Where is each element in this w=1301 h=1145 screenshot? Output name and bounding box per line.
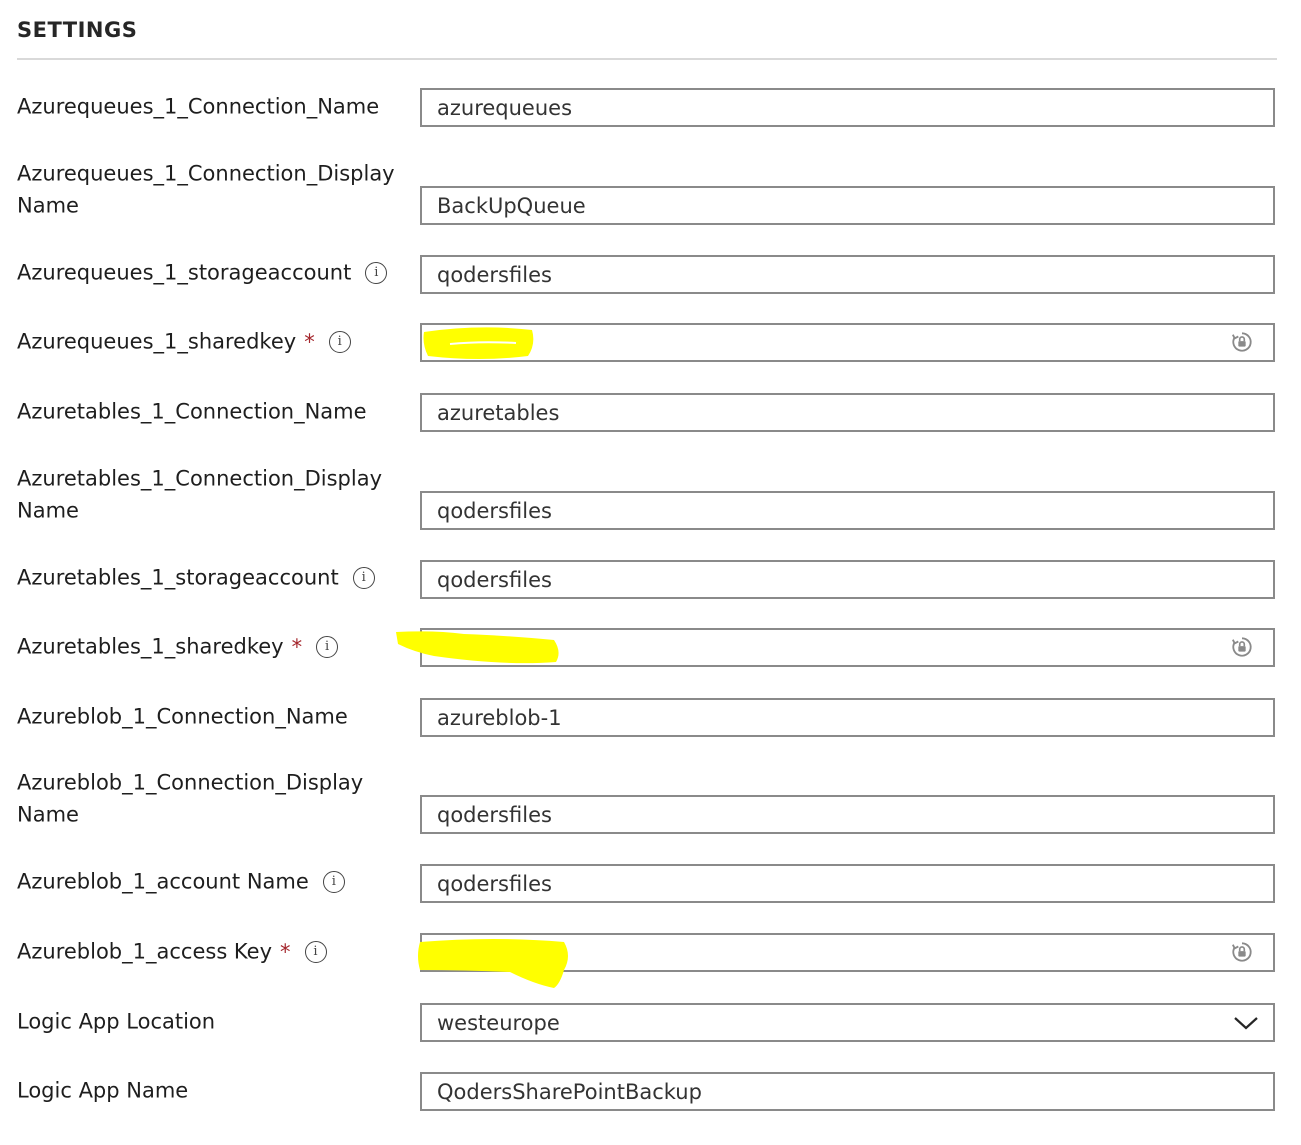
- field-label: Azureblob_1_account Name i: [17, 866, 407, 898]
- field-label: Logic App Name: [17, 1078, 189, 1103]
- azureblob-account-name-input[interactable]: qodersfiles: [420, 864, 1275, 903]
- field-value: BackUpQueue: [437, 194, 586, 218]
- field-value: azurequeues: [437, 96, 573, 120]
- info-icon[interactable]: i: [304, 941, 327, 963]
- azurequeues-connection-name-input[interactable]: azurequeues: [420, 88, 1275, 127]
- field-label: Azurequeues_1_Connection_Name: [17, 94, 380, 119]
- info-icon[interactable]: i: [328, 331, 351, 353]
- field-label: Azureblob_1_Connection_Display Name: [17, 770, 364, 827]
- azureblob-connection-display-name-input[interactable]: qodersfiles: [420, 795, 1275, 834]
- info-icon[interactable]: i: [365, 262, 388, 284]
- azurequeues-sharedkey-input[interactable]: [420, 323, 1275, 362]
- section-divider: [17, 58, 1277, 60]
- chevron-down-icon[interactable]: [1233, 1013, 1259, 1033]
- field-label: Azureblob_1_access Key * i: [17, 936, 407, 968]
- field-label: Azuretables_1_Connection_Display Name: [17, 466, 383, 523]
- settings-section-title: SETTINGS: [17, 18, 138, 42]
- field-value: azureblob-1: [437, 706, 562, 730]
- field-value: azuretables: [437, 401, 560, 425]
- azureblob-access-key-input[interactable]: [420, 933, 1275, 972]
- azuretables-connection-display-name-input[interactable]: qodersfiles: [420, 491, 1275, 530]
- field-value: qodersfiles: [437, 263, 552, 287]
- azurequeues-storageaccount-input[interactable]: qodersfiles: [420, 255, 1275, 294]
- field-label: Azurequeues_1_storageaccount i: [17, 257, 407, 289]
- azuretables-storageaccount-input[interactable]: qodersfiles: [420, 560, 1275, 599]
- info-icon[interactable]: i: [316, 636, 339, 658]
- required-marker: *: [291, 634, 303, 659]
- required-marker: *: [304, 329, 315, 354]
- field-value: QodersSharePointBackup: [437, 1080, 702, 1104]
- info-icon[interactable]: i: [352, 567, 375, 589]
- lock-refresh-icon[interactable]: [1231, 636, 1253, 658]
- field-label: Azuretables_1_storageaccount i: [17, 562, 407, 594]
- azuretables-connection-name-input[interactable]: azuretables: [420, 393, 1275, 432]
- field-label: Azurequeues_1_sharedkey * i: [17, 326, 407, 358]
- field-label: Azureblob_1_Connection_Name: [17, 704, 348, 729]
- field-label: Azurequeues_1_Connection_Display Name: [17, 161, 395, 218]
- required-marker: *: [280, 939, 291, 964]
- logic-app-name-input[interactable]: QodersSharePointBackup: [420, 1072, 1275, 1111]
- field-value: qodersfiles: [437, 568, 552, 592]
- lock-refresh-icon[interactable]: [1231, 941, 1253, 963]
- field-value: qodersfiles: [437, 803, 552, 827]
- azuretables-sharedkey-input[interactable]: [420, 628, 1275, 667]
- dropdown-selected-value: westeurope: [437, 1011, 560, 1035]
- field-label: Azuretables_1_sharedkey * i: [17, 631, 407, 663]
- field-label: Logic App Location: [17, 1009, 216, 1034]
- azurequeues-connection-display-name-input[interactable]: BackUpQueue: [420, 186, 1275, 225]
- field-value: qodersfiles: [437, 499, 552, 523]
- field-label: Azuretables_1_Connection_Name: [17, 399, 367, 424]
- info-icon[interactable]: i: [322, 871, 345, 893]
- field-value: qodersfiles: [437, 872, 552, 896]
- logic-app-location-dropdown[interactable]: westeurope: [420, 1003, 1275, 1042]
- azureblob-connection-name-input[interactable]: azureblob-1: [420, 698, 1275, 737]
- lock-refresh-icon[interactable]: [1231, 331, 1253, 353]
